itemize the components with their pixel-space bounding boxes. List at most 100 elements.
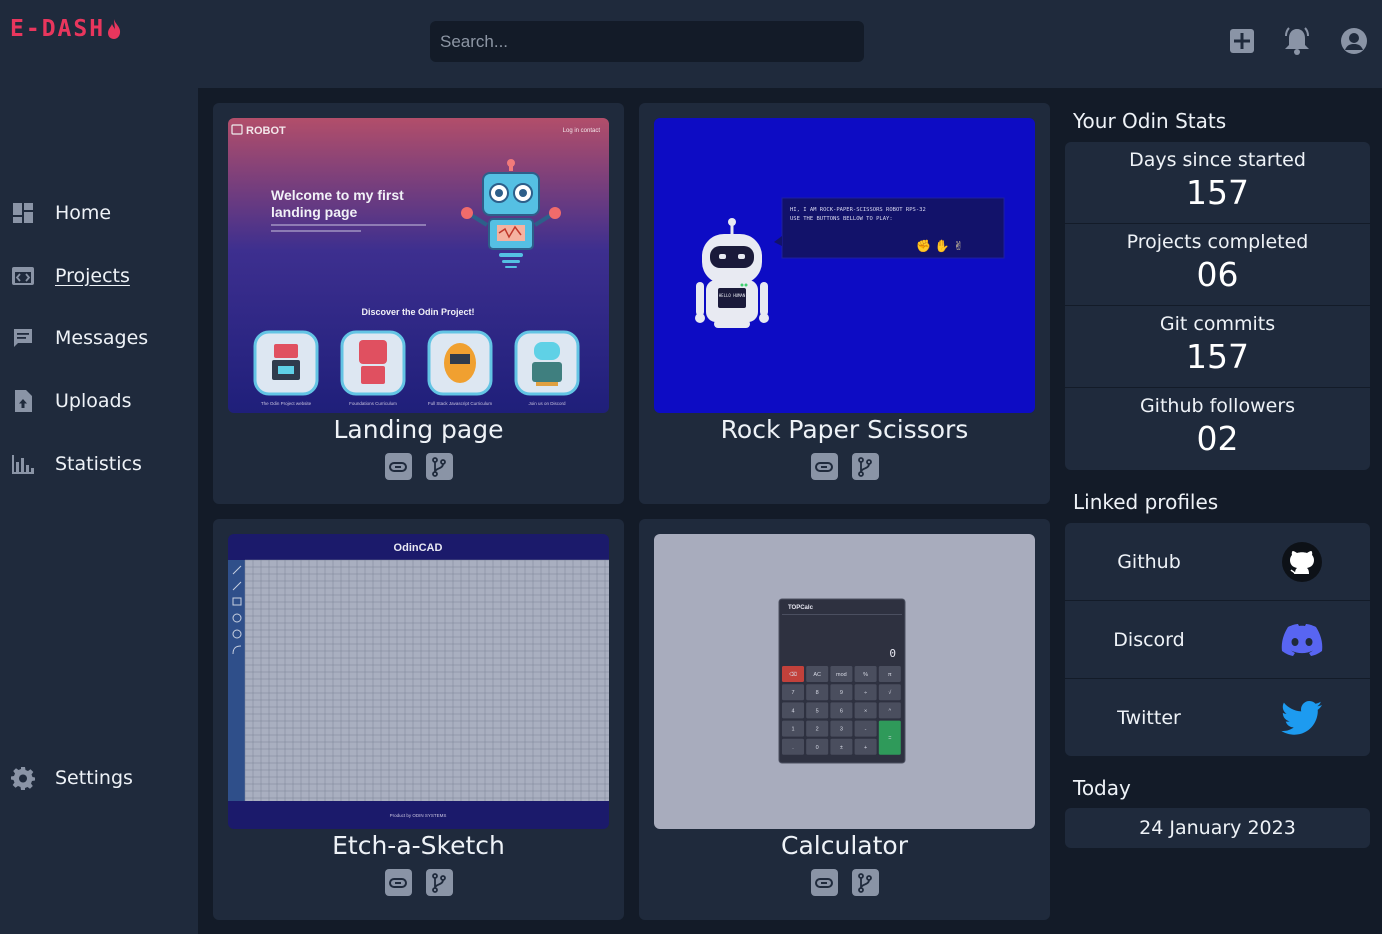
chart-icon xyxy=(10,452,35,477)
calc-key-label: 5 xyxy=(816,708,819,714)
profiles-heading: Linked profiles xyxy=(1073,490,1219,514)
git-branch-icon[interactable] xyxy=(851,869,879,896)
svg-text:✊ ✋ ✌: ✊ ✋ ✌ xyxy=(916,239,964,253)
project-title: Landing page xyxy=(333,415,504,444)
bell-icon[interactable] xyxy=(1282,26,1312,56)
git-branch-icon[interactable] xyxy=(425,869,453,896)
profiles-panel: Github Discord Twitter xyxy=(1065,523,1370,756)
top-bar: E-DASH xyxy=(0,0,1382,88)
rps-preview-image: HI, I AM ROCK-PAPER-SCISSORS ROBOT RPS-3… xyxy=(695,197,1005,328)
today-heading: Today xyxy=(1073,776,1131,800)
project-preview[interactable]: TOPCalc 0 ⌫ AC mod% π 7 8 9 ÷ √ 4 5 6 × ^ 1 2 3- =. 0 ± + xyxy=(654,534,1035,829)
profile-label: Twitter xyxy=(1117,707,1181,729)
gear-icon xyxy=(10,766,35,791)
today-date: 24 January 2023 xyxy=(1139,817,1296,839)
message-icon xyxy=(10,326,35,351)
search-input[interactable] xyxy=(430,21,864,62)
preview-nav: Log in contact xyxy=(563,128,601,134)
link-icon[interactable] xyxy=(384,453,412,480)
calc-key-label: ± xyxy=(840,745,843,751)
calc-key-label: mod xyxy=(836,672,847,678)
project-card-landing-page: ROBOT Log in contact Welcome to my first… xyxy=(213,103,624,504)
sidebar-item-uploads[interactable]: Uploads xyxy=(10,384,190,418)
calc-key-label: ÷ xyxy=(864,690,867,696)
profile-label: Github xyxy=(1117,550,1181,573)
stat-value: 157 xyxy=(1186,173,1249,212)
preview-footer: Product by ODIN SYSTEMS xyxy=(390,813,447,818)
git-branch-icon[interactable] xyxy=(425,453,453,480)
add-icon[interactable] xyxy=(1227,26,1257,56)
preview-speech-2: USE THE BUTTONS BELLOW TO PLAY: xyxy=(790,216,893,222)
sidebar-item-label: Home xyxy=(55,202,112,224)
stat-value: 06 xyxy=(1196,255,1239,294)
sidebar-item-projects[interactable]: Projects xyxy=(10,259,190,293)
projects-icon xyxy=(10,264,35,289)
calc-key-label: + xyxy=(864,745,867,751)
calc-key-label: - xyxy=(865,727,867,733)
stat-days-since-started: Days since started 157 xyxy=(1065,142,1370,224)
stat-label: Days since started xyxy=(1129,149,1306,171)
sidebar-item-label: Statistics xyxy=(55,453,142,475)
sidebar-item-messages[interactable]: Messages xyxy=(10,321,190,355)
calculator-preview-image: TOPCalc 0 ⌫ AC mod% π7 8 9 ÷ √4 5 6 × ^1 2 3 -=. 0 ± + xyxy=(778,598,906,764)
stat-label: Git commits xyxy=(1159,313,1276,335)
stat-projects-completed: Projects completed 06 xyxy=(1065,224,1370,306)
project-preview[interactable]: HI, I AM ROCK-PAPER-SCISSORS ROBOT RPS-3… xyxy=(654,118,1035,413)
stat-label: Projects completed xyxy=(1126,231,1309,253)
project-card-calculator: TOPCalc 0 ⌫ AC mod% π 7 8 9 ÷ √ 4 5 6 × ^ 1 2 3- =. 0 ± + Ca… xyxy=(639,519,1050,920)
upload-icon xyxy=(10,389,35,414)
project-title: Rock Paper Scissors xyxy=(720,415,969,444)
calc-key-label: ⌫ xyxy=(789,671,798,678)
project-title: Etch-a-Sketch xyxy=(332,831,505,860)
git-branch-icon[interactable] xyxy=(851,453,879,480)
preview-brand: ROBOT xyxy=(246,125,286,137)
profile-label: Discord xyxy=(1113,628,1185,651)
calc-key-label: 1 xyxy=(791,727,794,733)
sidebar-item-label: Uploads xyxy=(55,390,132,412)
preview-caption: Full Stack Javascript Curriculum xyxy=(428,401,493,406)
sidebar-item-label: Projects xyxy=(55,265,130,287)
sidebar-item-statistics[interactable]: Statistics xyxy=(10,447,190,481)
sidebar-item-settings[interactable]: Settings xyxy=(10,761,190,795)
stat-github-followers: Github followers 02 xyxy=(1065,388,1370,470)
project-card-etch-a-sketch: OdinCAD Product by ODIN SYSTEMS Etch-a-S… xyxy=(213,519,624,920)
calc-key-label: 6 xyxy=(840,708,843,714)
calc-key-label: 7 xyxy=(791,690,794,696)
preview-speech-1: HI, I AM ROCK-PAPER-SCISSORS ROBOT RPS-3… xyxy=(790,207,926,213)
sidebar: Home Projects Messages Uploads Statistic… xyxy=(0,88,198,934)
project-preview[interactable]: OdinCAD Product by ODIN SYSTEMS xyxy=(228,534,609,829)
etch-preview-image: OdinCAD Product by ODIN SYSTEMS xyxy=(228,542,609,818)
link-icon[interactable] xyxy=(810,453,838,480)
preview-brand: OdinCAD xyxy=(394,542,443,554)
calc-key-label: = xyxy=(888,736,891,742)
flame-icon xyxy=(108,19,121,39)
link-icon[interactable] xyxy=(384,869,412,896)
landing-page-preview-image: ROBOT Log in contact Welcome to my first… xyxy=(231,124,601,406)
preview-caption: Join us on Discord xyxy=(528,401,566,406)
profile-link-twitter[interactable]: Twitter xyxy=(1065,679,1370,756)
twitter-icon[interactable] xyxy=(1279,695,1325,741)
calc-key-label: % xyxy=(863,672,868,678)
account-icon[interactable] xyxy=(1339,26,1369,56)
preview-brand: TOPCalc xyxy=(788,605,814,611)
preview-screen: HELLO HUMAN xyxy=(719,293,746,298)
calc-key-label: 2 xyxy=(816,727,819,733)
github-icon[interactable] xyxy=(1279,539,1325,585)
app-logo[interactable]: E-DASH xyxy=(10,16,122,42)
sidebar-item-label: Settings xyxy=(55,767,133,789)
sidebar-item-home[interactable]: Home xyxy=(10,196,190,230)
calc-key-label: 8 xyxy=(816,690,819,696)
profile-link-github[interactable]: Github xyxy=(1065,523,1370,601)
preview-caption: Foundations Curriculum xyxy=(349,401,397,406)
project-card-rock-paper-scissors: HI, I AM ROCK-PAPER-SCISSORS ROBOT RPS-3… xyxy=(639,103,1050,504)
stat-git-commits: Git commits 157 xyxy=(1065,306,1370,388)
today-date-box: 24 January 2023 xyxy=(1065,808,1370,848)
discord-icon[interactable] xyxy=(1279,617,1325,663)
sidebar-item-label: Messages xyxy=(55,327,149,349)
profile-link-discord[interactable]: Discord xyxy=(1065,601,1370,679)
calc-key-label: 9 xyxy=(840,690,843,696)
calc-key-label: π xyxy=(888,672,892,678)
project-preview[interactable]: ROBOT Log in contact Welcome to my first… xyxy=(228,118,609,413)
stat-value: 157 xyxy=(1186,337,1249,376)
link-icon[interactable] xyxy=(810,869,838,896)
